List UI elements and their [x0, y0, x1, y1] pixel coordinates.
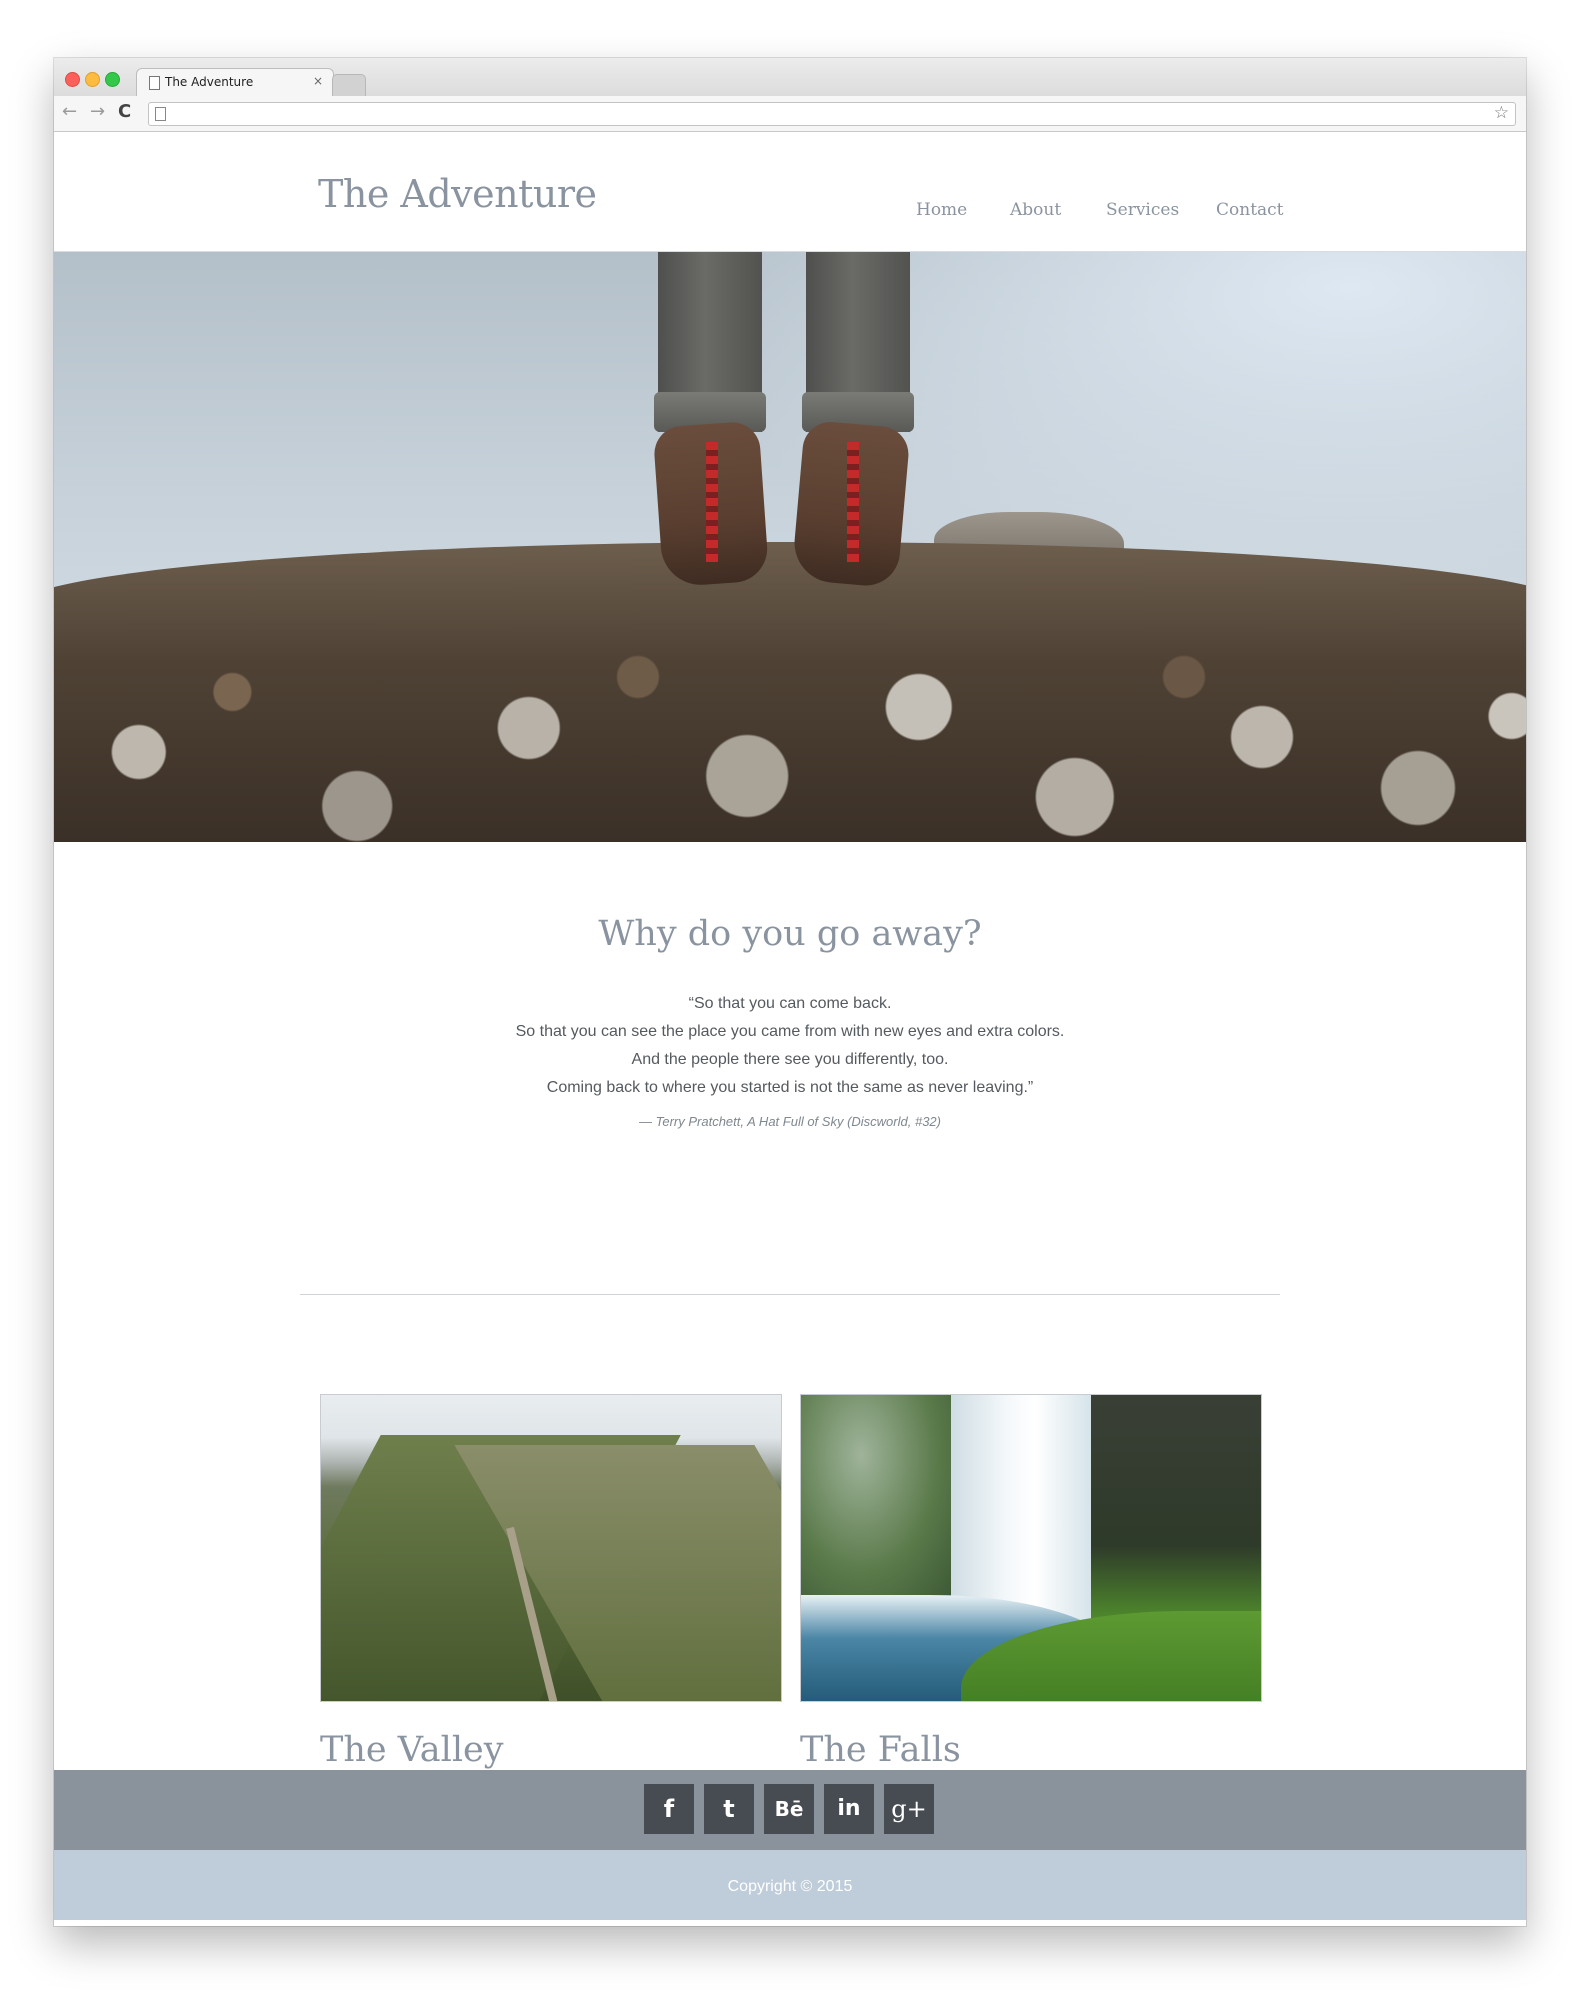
site-header: The Adventure Home About Services Contac…: [54, 132, 1526, 252]
page-icon: [155, 107, 166, 121]
browser-tab[interactable]: The Adventure ×: [136, 68, 334, 96]
quote-line: So that you can see the place you came f…: [515, 1023, 1065, 1040]
web-page: The Adventure Home About Services Contac…: [54, 132, 1526, 1926]
maximize-window-button[interactable]: [105, 72, 120, 87]
behance-icon[interactable]: Bē: [764, 1784, 814, 1834]
nav-about-link[interactable]: About: [1010, 200, 1061, 220]
social-bar: f t Bē in g+: [54, 1770, 1526, 1850]
quote-heading: Why do you go away?: [598, 914, 982, 954]
copyright-text: Copyright © 2015: [727, 1878, 853, 1895]
hero-image: [54, 252, 1526, 842]
falls-image[interactable]: [800, 1394, 1262, 1702]
card-title[interactable]: The Valley: [320, 1730, 782, 1770]
browser-toolbar: ← → C ☆: [54, 96, 1526, 132]
waterfall: [951, 1395, 1091, 1625]
card-title[interactable]: The Falls: [800, 1730, 1262, 1770]
card-the-valley[interactable]: The Valley: [320, 1394, 782, 1770]
valley-image[interactable]: [320, 1394, 782, 1702]
quote-line: “So that you can come back.: [688, 995, 892, 1012]
browser-titlebar: The Adventure ×: [54, 58, 1526, 96]
nav-contact-link[interactable]: Contact: [1216, 200, 1284, 220]
reload-icon[interactable]: C: [118, 102, 131, 122]
section-divider: [300, 1294, 1280, 1295]
page-icon: [149, 76, 160, 90]
facebook-icon[interactable]: f: [644, 1784, 694, 1834]
minimize-window-button[interactable]: [85, 72, 100, 87]
twitter-icon[interactable]: t: [704, 1784, 754, 1834]
tab-close-icon[interactable]: ×: [313, 74, 323, 88]
nav-home-link[interactable]: Home: [916, 200, 967, 220]
browser-window: The Adventure × ← → C ☆ The Adventure Ho…: [54, 58, 1526, 1926]
address-bar[interactable]: ☆: [148, 102, 1516, 126]
quote-line: And the people there see you differently…: [631, 1051, 949, 1068]
card-the-falls[interactable]: The Falls: [800, 1394, 1262, 1770]
rocky-ground: [54, 542, 1526, 842]
back-icon[interactable]: ←: [62, 102, 77, 122]
quote-line: Coming back to where you started is not …: [546, 1079, 1034, 1096]
copyright-bar: Copyright © 2015: [54, 1850, 1526, 1920]
new-tab-button[interactable]: [332, 74, 366, 96]
bookmark-star-icon[interactable]: ☆: [1494, 103, 1509, 123]
close-window-button[interactable]: [65, 72, 80, 87]
quote-citation: — Terry Pratchett, A Hat Full of Sky (Di…: [639, 1114, 941, 1129]
quote-text: “So that you can come back. So that you …: [54, 990, 1526, 1102]
tab-title: The Adventure: [165, 75, 254, 89]
forward-icon[interactable]: →: [90, 102, 105, 122]
nav-services-link[interactable]: Services: [1106, 200, 1179, 220]
linkedin-icon[interactable]: in: [824, 1784, 874, 1834]
site-title[interactable]: The Adventure: [318, 172, 597, 216]
google-plus-icon[interactable]: g+: [884, 1784, 934, 1834]
